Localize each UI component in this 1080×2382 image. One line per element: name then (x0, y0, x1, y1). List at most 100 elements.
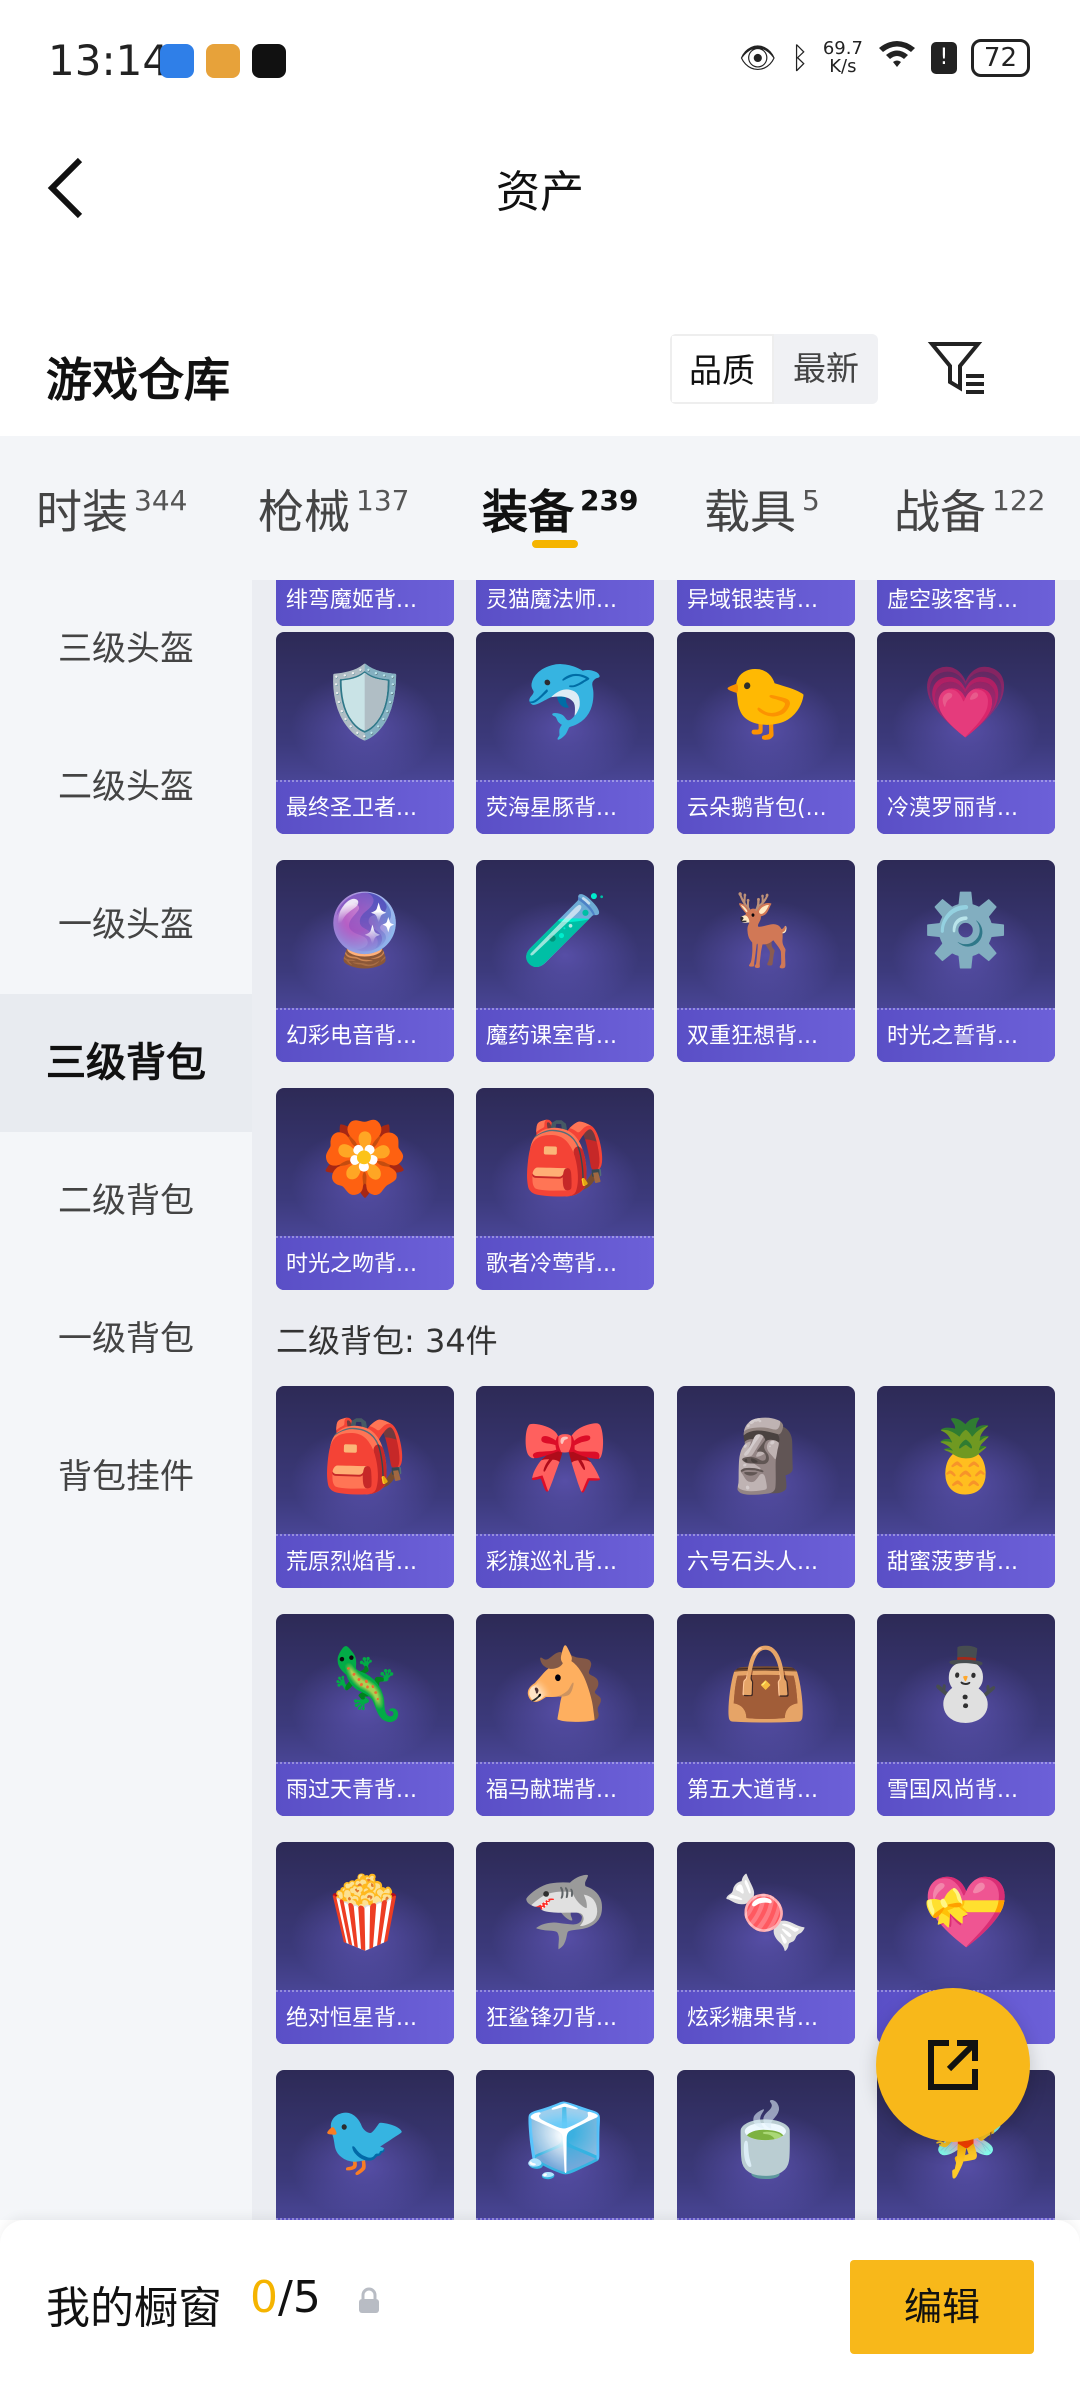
active-tab-indicator (532, 540, 578, 548)
showcase-bar: 我的橱窗 0/5 编辑 (0, 2220, 1080, 2382)
backpack-icon: 🍍 (922, 1415, 1010, 1497)
item-card[interactable]: 🐴 福马献瑞背... (476, 1614, 654, 1816)
subcategory-sidebar: 三级头盔 二级头盔 一级头盔 三级背包 二级背包 一级背包 背包挂件 (0, 580, 252, 2220)
item-name: 荒原烈焰背... (276, 1534, 454, 1588)
tiktok-app-icon (252, 44, 286, 78)
backpack-icon: 🛡️ (321, 661, 409, 743)
item-name: 歌者冷莺背... (476, 1236, 654, 1290)
battery-indicator: 72 (970, 39, 1030, 77)
sidebar-item-lv2-backpack[interactable]: 二级背包 (0, 1132, 252, 1270)
top-header: 资产 (0, 126, 1080, 246)
backpack-icon: 🍵 (722, 2099, 810, 2181)
sort-quality-button[interactable]: 品质 (670, 334, 774, 404)
item-card[interactable]: 灵猫魔法师... (476, 580, 654, 626)
item-name: 云朵鹅背包(... (677, 780, 855, 834)
status-right-group: 👁 ᛒ 69.7 K/s ! 72 (739, 38, 1030, 78)
item-card[interactable]: 🏵️ 时光之吻背... (276, 1088, 454, 1290)
tab-label: 载具 (704, 485, 796, 539)
item-grid-area[interactable]: 绯弯魔姬背... 灵猫魔法师... 异域银装背... 虚空骇客背... 🛡️ 最终圣卫者… (252, 580, 1080, 2220)
tab-label: 时装 (36, 485, 128, 539)
bluetooth-app-icon (160, 44, 194, 78)
item-card[interactable]: 🐦 (276, 2070, 454, 2220)
status-time: 13:14 (48, 36, 170, 85)
item-card[interactable]: ⚙️ 时光之誓背... (877, 860, 1055, 1062)
backpack-icon: 🎀 (521, 1415, 609, 1497)
item-card[interactable]: 🧪 魔药课室背... (476, 860, 654, 1062)
item-card[interactable]: 🎒 荒原烈焰背... (276, 1386, 454, 1588)
item-name: 最终圣卫者... (276, 780, 454, 834)
item-card[interactable]: 🔮 幻彩电音背... (276, 860, 454, 1062)
item-name: 炫彩糖果背... (677, 1990, 855, 2044)
item-card[interactable]: 🦌 双重狂想背... (677, 860, 855, 1062)
item-name: 狂鲨锋刃背... (476, 1990, 654, 2044)
section-title: 游戏仓库 (46, 353, 230, 407)
showcase-current: 0 (250, 2272, 278, 2323)
item-card[interactable]: 🍬 炫彩糖果背... (677, 1842, 855, 2044)
item-name: 第五大道背... (677, 1762, 855, 1816)
item-name: 彩旗巡礼背... (476, 1534, 654, 1588)
net-speed-unit: K/s (829, 56, 857, 77)
backpack-icon: ⛄ (922, 1643, 1010, 1725)
item-name: 六号石头人... (677, 1534, 855, 1588)
item-card[interactable]: 🍵 (677, 2070, 855, 2220)
showcase-title: 我的橱窗 (46, 2283, 222, 2334)
item-card[interactable]: 异域银装背... (677, 580, 855, 626)
filter-icon (927, 342, 984, 394)
alert-icon: ! (930, 42, 957, 74)
item-card[interactable]: 💗 冷漠罗丽背... (877, 632, 1055, 834)
sidebar-item-lv1-backpack[interactable]: 一级背包 (0, 1270, 252, 1408)
sidebar-item-lv1-helmet[interactable]: 一级头盔 (0, 856, 252, 994)
status-bar: 13:14 👁 ᛒ 69.7 K/s ! 72 (0, 0, 1080, 126)
tab-combat-gear[interactable]: 战备 122 (894, 476, 1045, 542)
item-card[interactable]: 🗿 六号石头人... (677, 1386, 855, 1588)
item-card[interactable]: 🦎 雨过天青背... (276, 1614, 454, 1816)
backpack-icon: 🐦 (321, 2099, 409, 2181)
item-name: 甜蜜菠萝背... (877, 1534, 1055, 1588)
backpack-icon: 🍿 (321, 1871, 409, 1953)
backpack-icon: 🐤 (722, 661, 810, 743)
sidebar-item-lv3-helmet[interactable]: 三级头盔 (0, 580, 252, 718)
tab-count: 122 (992, 484, 1046, 517)
item-card[interactable]: ⛄ 雪国风尚背... (877, 1614, 1055, 1816)
item-name: 时光之誓背... (877, 1008, 1055, 1062)
backpack-icon: 🎒 (321, 1415, 409, 1497)
item-card[interactable]: 👜 第五大道背... (677, 1614, 855, 1816)
share-button[interactable] (876, 1988, 1030, 2142)
sort-latest-button[interactable]: 最新 (774, 334, 878, 404)
item-card[interactable]: 🍿 绝对恒星背... (276, 1842, 454, 2044)
filter-button[interactable] (926, 336, 990, 400)
edit-button[interactable]: 编辑 (850, 2260, 1034, 2354)
item-card[interactable]: 🧊 (476, 2070, 654, 2220)
item-card[interactable]: 🎒 歌者冷莺背... (476, 1088, 654, 1290)
tab-count: 344 (134, 484, 188, 517)
tab-equipment[interactable]: 装备 239 (482, 476, 638, 542)
backpack-icon: 💝 (922, 1871, 1010, 1953)
item-name: 雨过天青背... (276, 1762, 454, 1816)
item-card[interactable]: 🎀 彩旗巡礼背... (476, 1386, 654, 1588)
item-name: 绝对恒星背... (276, 1990, 454, 2044)
sidebar-item-lv3-backpack[interactable]: 三级背包 (0, 994, 252, 1132)
item-card[interactable]: 虚空骇客背... (877, 580, 1055, 626)
backpack-icon: 🐬 (521, 661, 609, 743)
item-name: 福马献瑞背... (476, 1762, 654, 1816)
tab-weapons[interactable]: 枪械 137 (258, 476, 409, 542)
item-name: 魔药课室背... (476, 1008, 654, 1062)
tab-fashion[interactable]: 时装 344 (36, 476, 187, 542)
sidebar-item-backpack-charm[interactable]: 背包挂件 (0, 1408, 252, 1546)
item-card[interactable]: 🐬 荧海星豚背... (476, 632, 654, 834)
item-card[interactable]: 绯弯魔姬背... (276, 580, 454, 626)
item-card[interactable]: 🛡️ 最终圣卫者... (276, 632, 454, 834)
sidebar-item-lv2-helmet[interactable]: 二级头盔 (0, 718, 252, 856)
tab-label: 装备 (482, 485, 574, 539)
tab-vehicles[interactable]: 载具 5 (704, 476, 820, 542)
item-name: 虚空骇客背... (877, 580, 1055, 626)
item-card[interactable]: 🐤 云朵鹅背包(... (677, 632, 855, 834)
game-app-icon (206, 44, 240, 78)
backpack-icon: 🎒 (521, 1117, 609, 1199)
item-card[interactable]: 🦈 狂鲨锋刃背... (476, 1842, 654, 2044)
backpack-icon: 🏵️ (321, 1117, 409, 1199)
eye-icon: 👁 (738, 40, 777, 76)
warehouse-header: 游戏仓库 品质 最新 (0, 314, 1080, 434)
item-name: 绯弯魔姬背... (276, 580, 454, 626)
item-card[interactable]: 🍍 甜蜜菠萝背... (877, 1386, 1055, 1588)
